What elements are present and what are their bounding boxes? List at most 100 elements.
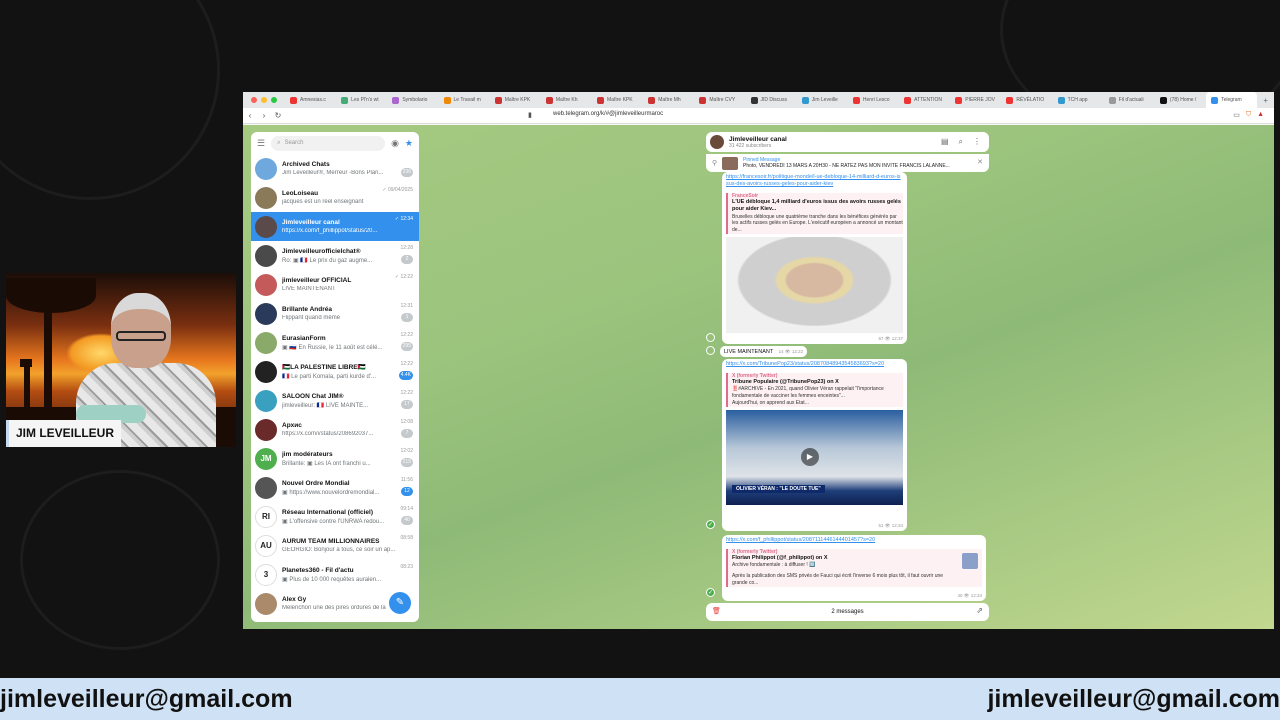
email-banner: jimleveilleur@gmail.com jimleveilleur@gm… xyxy=(0,678,1280,720)
pinned-text: Photo, VENDREDI 13 MARS A 20H30 - NE RAT… xyxy=(743,163,950,169)
background-doodle xyxy=(0,0,220,200)
browser-tab[interactable]: Fil d'actuali xyxy=(1104,92,1155,108)
live-message[interactable]: LIVE MAINTENANT 14 👁 12:22 xyxy=(720,346,808,357)
message-tribune[interactable]: https://x.com/TribunePop23/status/208708… xyxy=(722,359,907,531)
unread-badge: 4.4K xyxy=(398,371,413,380)
browser-tab[interactable]: Amnesias.c xyxy=(285,92,336,108)
unread-badge: 17 xyxy=(401,400,413,409)
chat-time: 09:14 xyxy=(400,506,413,512)
chat-list-item[interactable]: RI Réseau International (officiel) ▣ L'off… xyxy=(251,502,419,531)
chat-list-item[interactable]: EurasianForm ▣ 🇷🇺 En Russie, le 11 août e… xyxy=(251,328,419,357)
chat-list-item[interactable]: 3 Planetes360 - Fil d'actu ▣ Plus de 10 00… xyxy=(251,560,419,589)
chat-preview: Brillante: ▣ Les IA ont franchi u... xyxy=(282,460,371,467)
chat-header[interactable]: Jimleveilleur canal 31 422 subscribers ▤… xyxy=(706,132,989,152)
message-link[interactable]: https://x.com/f_phillippot/status/208711… xyxy=(722,535,986,546)
shield-icon[interactable]: ⛉ xyxy=(1246,111,1251,119)
unread-badge: 236 xyxy=(400,168,413,177)
browser-tab[interactable]: Maître KPK xyxy=(490,92,541,108)
select-checkbox[interactable] xyxy=(706,333,715,342)
tab-label: Maître KPK xyxy=(504,97,531,103)
search-icon[interactable]: ⌕ xyxy=(959,137,963,147)
browser-tab[interactable]: PIERRE JOV xyxy=(950,92,1001,108)
browser-tab[interactable]: (78) Home / xyxy=(1155,92,1206,108)
comments-icon[interactable]: ▤ xyxy=(941,137,949,147)
chat-list-item[interactable]: Archived Chats Jim Leveilleur®, Merreur -… xyxy=(251,154,419,183)
alert-icon[interactable]: ▲ xyxy=(1257,111,1264,119)
search-input[interactable]: ⌕ Search xyxy=(271,135,386,151)
share-icon[interactable]: ▭ xyxy=(1233,111,1240,119)
chat-list-item[interactable]: Brillante Andréa Flippant quand même 12:31… xyxy=(251,299,419,328)
preview-image[interactable] xyxy=(726,236,903,333)
chat-name: SALOON Chat JIM® xyxy=(282,392,344,400)
pinned-message[interactable]: ⚲ Pinned Message Photo, VENDREDI 13 MARS… xyxy=(706,154,989,172)
play-icon[interactable]: ▶ xyxy=(801,447,819,466)
chat-list-item[interactable]: LeoLoiseau jacques est un réel enseignant… xyxy=(251,183,419,212)
star-icon[interactable]: ★ xyxy=(405,138,413,149)
chat-list-item[interactable]: Jimleveilleur canal https://x.com/f_phill… xyxy=(251,212,419,241)
new-tab-button[interactable]: + xyxy=(1257,96,1274,105)
back-icon[interactable]: ‹ xyxy=(243,111,257,120)
tab-bar: Amnesias.c Les Pl'n's wt Symbolario Le Trav… xyxy=(243,92,1274,108)
chat-time: ✓ 12:22 xyxy=(394,274,413,280)
browser-tab[interactable]: ATTENTION xyxy=(899,92,950,108)
chat-list-item[interactable]: SALOON Chat JIM® jimleveilleur: 🇫🇷 LIVE M… xyxy=(251,386,419,415)
browser-window: Amnesias.c Les Pl'n's wt Symbolario Le Trav… xyxy=(243,92,1274,629)
browser-tab[interactable]: JID Discuss xyxy=(746,92,797,108)
chat-name: Planetes360 - Fil d'actu xyxy=(282,566,354,574)
chat-list-item[interactable]: Nouvel Ordre Mondial ▣ https://www.nouvel… xyxy=(251,473,419,502)
chat-list-item[interactable]: jimleveilleur OFFICIAL LIVE MAINTENANT ✓ 1… xyxy=(251,270,419,299)
chat-list-item[interactable]: 🇵🇸LA PALESTINE LIBRE🇵🇸 🇫🇷 Le parti Komala… xyxy=(251,357,419,386)
message-philippot[interactable]: https://x.com/f_phillippot/status/208711… xyxy=(722,535,986,601)
message-link[interactable]: https://x.com/TribunePop23/status/208708… xyxy=(722,359,907,370)
tab-label: Jim Leveille xyxy=(811,97,838,103)
chat-list-sidebar: ☰ ⌕ Search ◉ ★ Archived Chats Jim Leveill… xyxy=(251,132,419,622)
browser-tab[interactable]: Maître Kh xyxy=(541,92,592,108)
browser-tab[interactable]: Telegram xyxy=(1206,92,1258,108)
browser-tab[interactable]: RÉVÉLATIO xyxy=(1001,92,1052,108)
compose-button[interactable]: ✎ xyxy=(389,592,411,614)
close-icon[interactable]: ✕ xyxy=(977,158,983,166)
chat-preview: ▣ https://www.nouvelordremondial... xyxy=(282,489,380,496)
browser-tab[interactable]: TCH app xyxy=(1053,92,1104,108)
trash-icon[interactable]: 🗑 xyxy=(712,607,721,615)
chat-time: 12:02 xyxy=(400,448,413,454)
browser-tab[interactable]: Jim Leveille xyxy=(797,92,848,108)
link-preview[interactable]: FranceSoir L'UE débloque 1,4 milliard d'… xyxy=(726,193,903,234)
browser-tab[interactable]: Maître KPK xyxy=(592,92,643,108)
chat-list-item[interactable]: AU AURUM TEAM MILLIONNAIRES GEORGIO: Bonjo… xyxy=(251,531,419,560)
chat-list-item[interactable]: JM jim modérateurs Brillante: ▣ Les IA ont… xyxy=(251,444,419,473)
chat-time: 12:22 xyxy=(400,390,413,396)
browser-tab[interactable]: Henri Lesco xyxy=(848,92,899,108)
address-bar[interactable]: web.telegram.org/k/#@jimleveilleurmaroc xyxy=(553,111,663,117)
browser-tab[interactable]: Symbolario xyxy=(387,92,438,108)
message-link[interactable]: https://francesoir.fr/politique-monde/l-… xyxy=(722,172,907,190)
window-controls[interactable] xyxy=(243,97,285,103)
link-preview[interactable]: X (formerly Twitter) Tribune Populaire (… xyxy=(726,373,903,407)
bookmark-icon[interactable]: ▮ xyxy=(528,111,532,119)
message-francesoir[interactable]: https://francesoir.fr/politique-monde/l-… xyxy=(722,172,907,344)
chat-avatar xyxy=(255,186,277,209)
browser-tab[interactable]: Maître CVY xyxy=(694,92,745,108)
more-icon[interactable]: ⋮ xyxy=(973,137,981,147)
tab-favicon-icon xyxy=(750,96,758,104)
chat-list-item[interactable]: Jimleveilleurofficielchat® Ro: ▣ 🇫🇷 Le pr… xyxy=(251,241,419,270)
chat-list-item[interactable]: Архис https://x.com/i/status/208692037...… xyxy=(251,415,419,444)
video-preview[interactable]: ▶ OLIVIER VÉRAN : "LE DOUTE TUE" xyxy=(726,409,903,505)
link-preview[interactable]: X (formerly Twitter) Florian Philippot (… xyxy=(726,549,982,587)
browser-tab[interactable]: Maître Mh xyxy=(643,92,694,108)
forward-icon[interactable]: ⇗ xyxy=(976,606,983,615)
select-checkbox-checked[interactable]: ✓ xyxy=(706,588,715,597)
menu-icon[interactable]: ☰ xyxy=(257,138,265,149)
select-checkbox[interactable] xyxy=(706,346,715,355)
tab-favicon-icon xyxy=(1006,96,1014,104)
reload-icon[interactable]: ↻ xyxy=(271,111,285,120)
select-checkbox-checked[interactable]: ✓ xyxy=(706,520,715,529)
chat-avatar: 3 xyxy=(255,563,277,586)
chat-name: jim modérateurs xyxy=(282,450,333,458)
forward-icon[interactable]: › xyxy=(257,111,271,120)
status-icon[interactable]: ◉ xyxy=(391,138,399,149)
preview-description: Bruxelles débloque une quatrième tranche… xyxy=(732,213,903,234)
browser-tab[interactable]: Les Pl'n's wt xyxy=(336,92,387,108)
browser-tab[interactable]: Le Travail m xyxy=(439,92,490,108)
chat-avatar: RI xyxy=(255,505,277,528)
